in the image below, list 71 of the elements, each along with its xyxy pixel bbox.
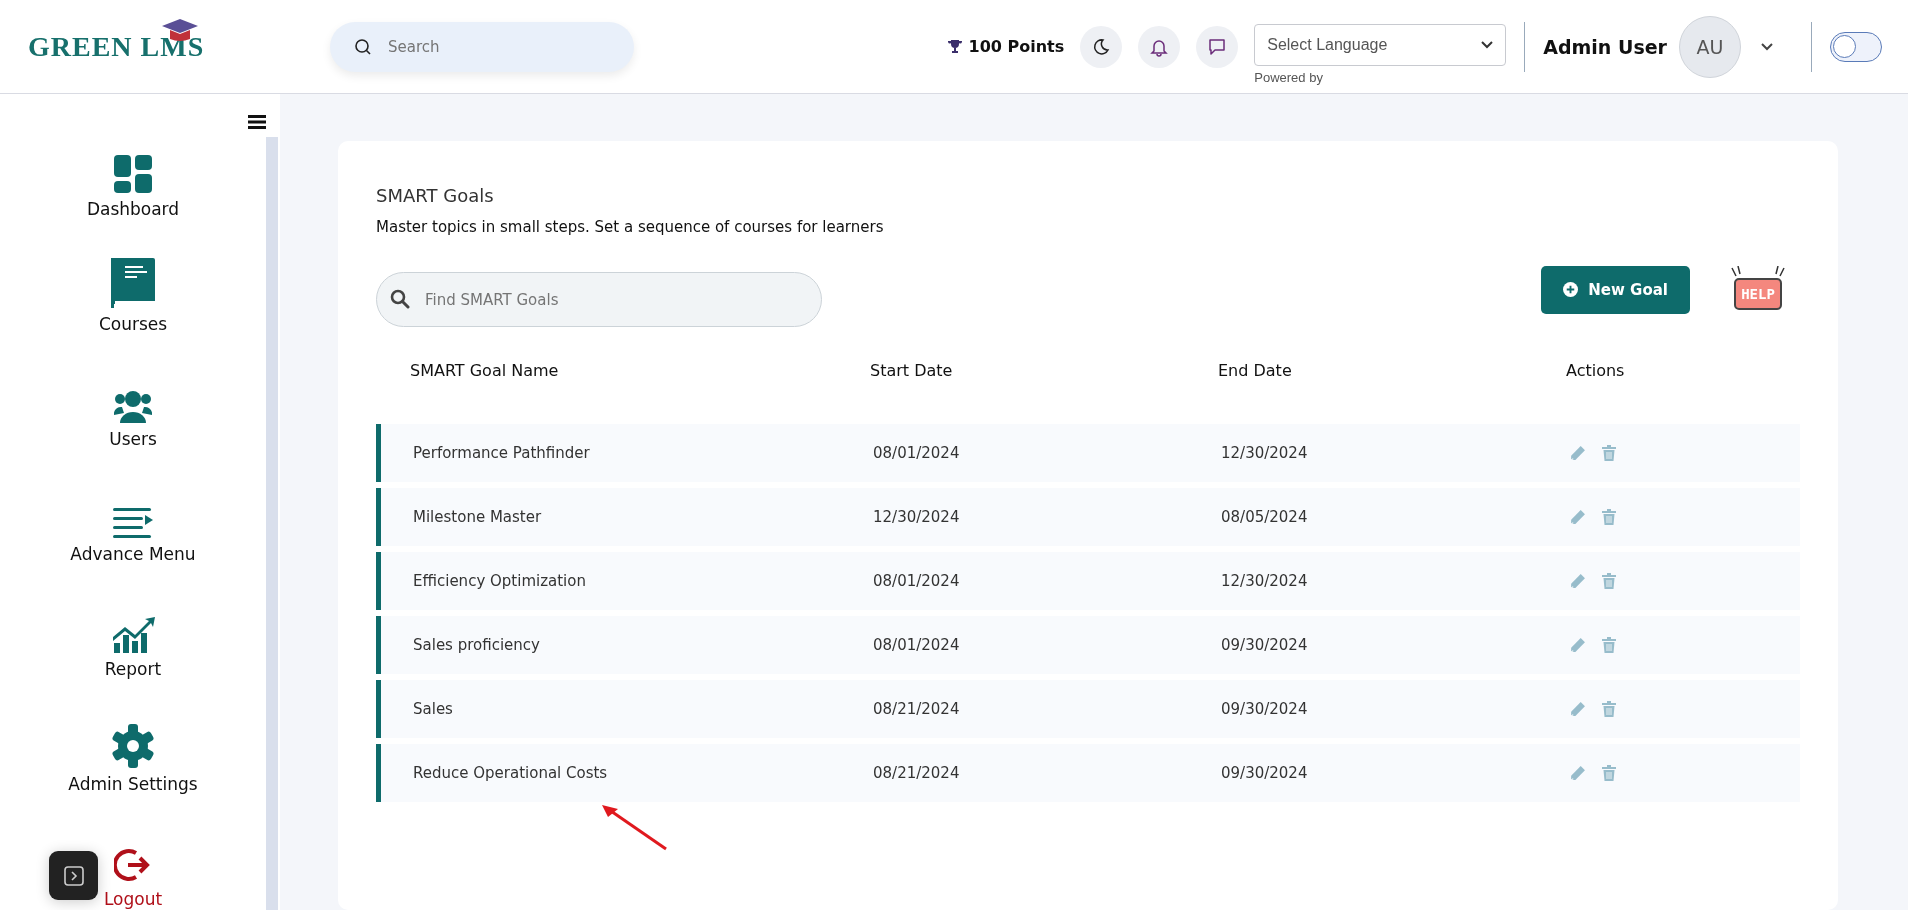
column-header: End Date [1218,361,1293,380]
goal-name-cell-text: Sales [413,700,454,718]
start-date-cell-text: 08/01/2024 [873,444,961,462]
chat-bubble-icon [1207,36,1228,57]
end-date-cell-text: 09/30/2024 [1221,700,1309,718]
end-date-cell-text: 12/30/2024 [1221,572,1309,590]
goal-name-cell-text: Reduce Operational Costs [413,764,609,782]
theme-toggle[interactable] [1830,31,1882,62]
goal-name-cell-text: Performance Pathfinder [413,444,591,462]
edit-pencil-icon[interactable] [1569,572,1586,590]
chevron-right-square-icon [62,864,85,887]
chart-icon [111,617,155,653]
sidebar-item[interactable]: Courses [98,219,168,334]
sidebar-item[interactable]: Report [104,564,162,679]
chevron-down-icon[interactable] [1761,42,1773,51]
end-date-cell-text: 09/30/2024 [1221,764,1309,782]
user-name: Admin User [1543,35,1667,58]
chevron-down-icon [1481,41,1494,49]
end-date-cell-text: 09/30/2024 [1221,636,1309,654]
sidebar-item[interactable]: Advance Menu [70,449,196,564]
moon-icon [1092,37,1111,56]
goal-search-field[interactable]: Find SMART Goals [376,272,822,327]
trophy-icon [946,38,963,55]
end-date-cell-text: 08/05/2024 [1221,508,1309,526]
user-avatar[interactable]: AU [1679,15,1741,78]
expand-panel-button[interactable] [49,851,98,900]
page-title: SMART Goals [376,185,495,206]
goal-name-cell-text: Milestone Master [413,508,543,526]
trash-icon[interactable] [1602,573,1616,589]
page-subtitle: Master topics in small steps. Set a sequence of courses for learners [376,218,885,236]
powered-by-label: Powered by [1254,70,1324,85]
search-field[interactable]: Search [330,21,634,72]
list-menu-icon [113,508,153,538]
search-icon [390,289,410,309]
edit-pencil-icon[interactable] [1569,700,1586,718]
goal-name-cell-text: Sales proficiency [413,636,541,654]
logout-icon [114,847,152,883]
edit-pencil-icon[interactable] [1569,444,1586,462]
edit-pencil-icon[interactable] [1569,636,1586,654]
start-date-cell-text: 08/21/2024 [873,764,961,782]
sidebar-item[interactable]: Dashboard [86,145,180,219]
book-icon [111,258,155,308]
trash-icon[interactable] [1602,445,1616,461]
plus-circle-icon [1563,282,1579,297]
sidebar-item[interactable]: Users [109,334,157,449]
new-goal-button[interactable]: New Goal [1541,265,1690,314]
language-select[interactable]: Select Language [1254,24,1507,66]
goal-name-cell-text: Efficiency Optimization [413,572,587,590]
start-date-cell-text: 08/21/2024 [873,700,961,718]
trash-icon[interactable] [1602,509,1616,525]
trash-icon[interactable] [1602,701,1616,717]
sidebar-item[interactable]: Logout [103,794,163,909]
start-date-cell-text: 08/01/2024 [873,636,961,654]
start-date-cell-text: 12/30/2024 [873,508,961,526]
search-icon [354,37,372,56]
column-header: SMART Goal Name [410,361,560,380]
sidebar-item[interactable]: Admin Settings [68,679,198,794]
start-date-cell-text: 08/01/2024 [873,572,961,590]
trash-icon[interactable] [1602,637,1616,653]
users-icon [114,389,152,423]
points-label: 100 Points [968,37,1065,56]
end-date-cell-text: 12/30/2024 [1221,444,1309,462]
column-header: Start Date [870,361,954,380]
menu-icon[interactable] [248,115,266,129]
column-header: Actions [1566,361,1625,380]
logo-text: GREEN LMS [28,30,205,62]
trash-icon[interactable] [1602,765,1616,781]
settings-icon [111,724,155,768]
dashboard-grid-icon [114,155,152,193]
edit-pencil-icon[interactable] [1569,508,1586,526]
edit-pencil-icon[interactable] [1569,764,1586,782]
